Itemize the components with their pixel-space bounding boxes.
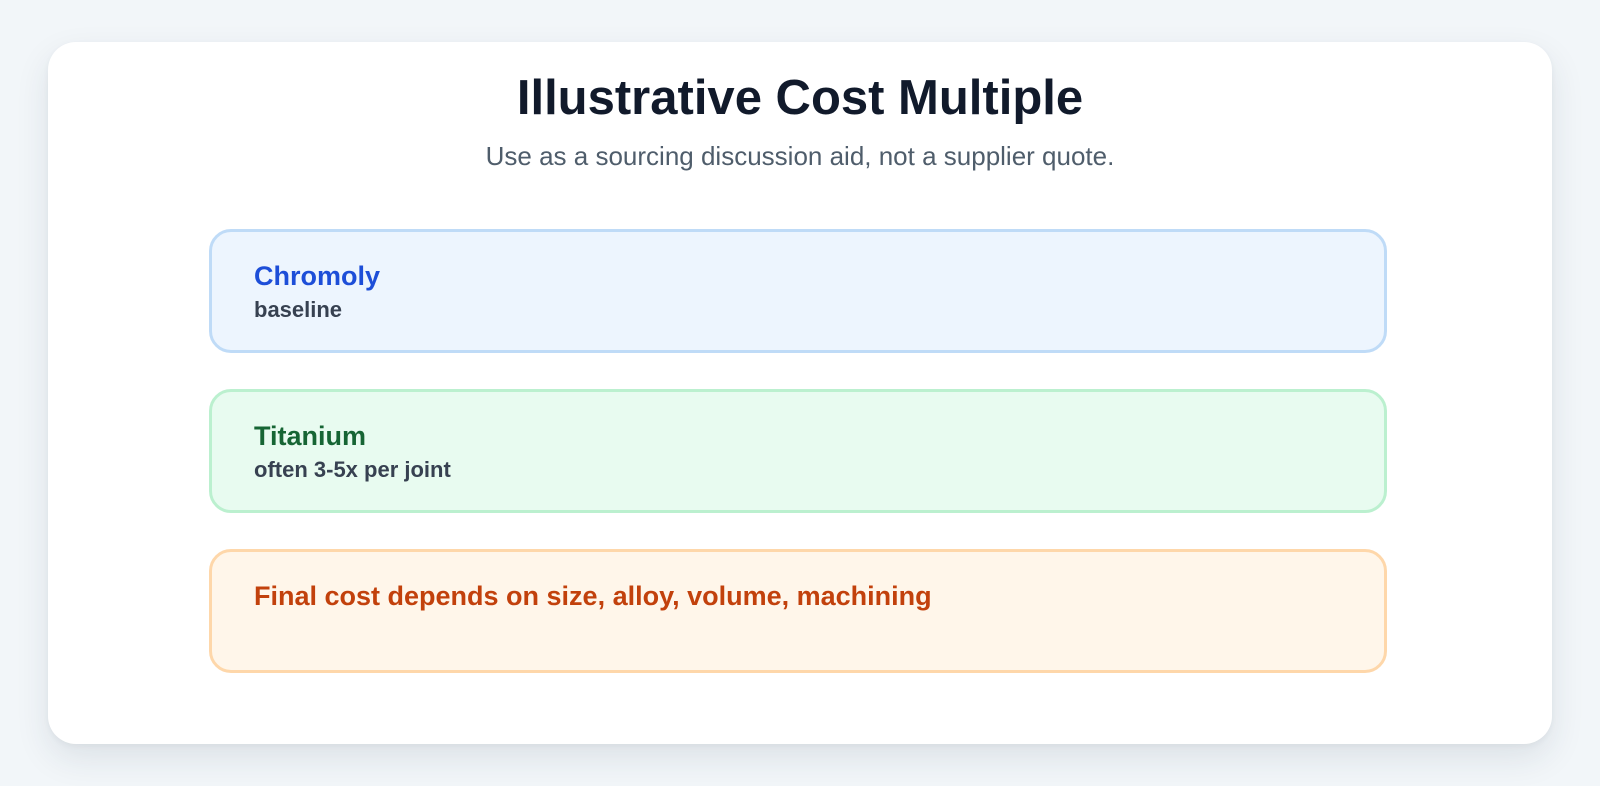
chromoly-title: Chromoly [254, 261, 381, 291]
titanium-title: Titanium [254, 421, 367, 451]
chromoly-note: baseline [254, 297, 343, 322]
page-subtitle: Use as a sourcing discussion aid, not a … [485, 141, 1115, 171]
cost-multiple-card: Illustrative Cost Multiple Use as a sour… [48, 42, 1552, 744]
titanium-panel: Titanium often 3-5x per joint [209, 389, 1387, 513]
chromoly-panel: Chromoly baseline [209, 229, 1387, 353]
page-title: Illustrative Cost Multiple [516, 71, 1084, 125]
final-cost-note: Final cost depends on size, alloy, volum… [254, 581, 932, 611]
titanium-note: often 3-5x per joint [254, 457, 451, 482]
final-cost-panel: Final cost depends on size, alloy, volum… [209, 549, 1387, 673]
